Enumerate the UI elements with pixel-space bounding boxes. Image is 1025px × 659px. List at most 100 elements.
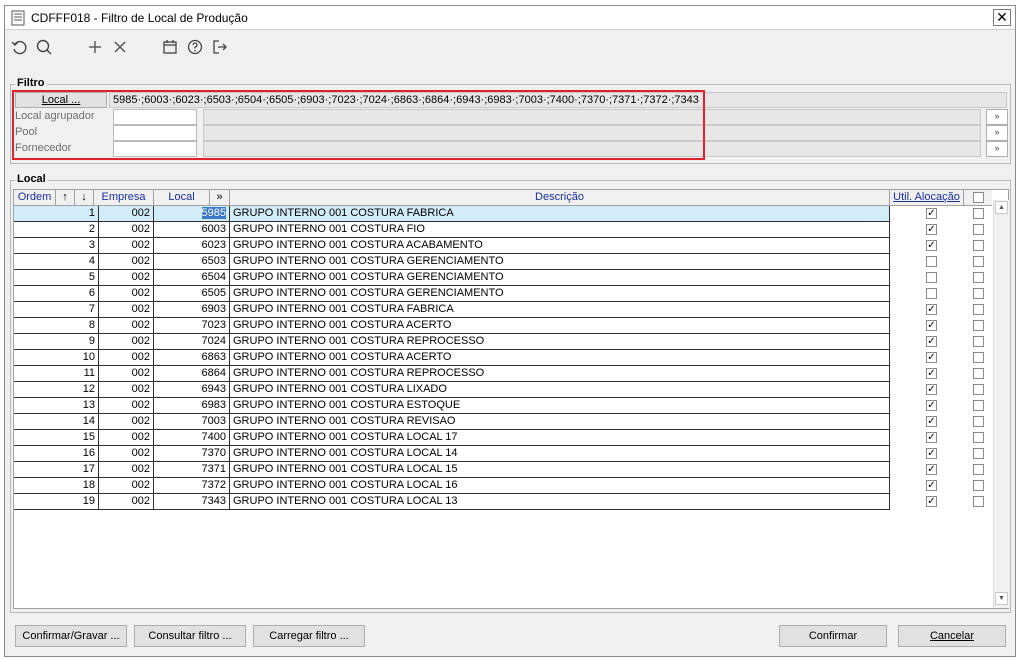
row-select-checkbox[interactable] [973,448,984,459]
scroll-up-arrow[interactable]: ▲ [995,201,1008,214]
col-local[interactable]: Local [154,190,210,205]
cell-descricao[interactable]: GRUPO INTERNO 001 COSTURA ACERTO [230,318,890,334]
help-icon[interactable] [184,36,206,58]
cell-empresa[interactable]: 002 [99,382,154,398]
row-select-checkbox[interactable] [973,240,984,251]
util-alocacao-checkbox[interactable]: ✓ [926,448,937,459]
table-row[interactable]: 19 002 7343 GRUPO INTERNO 001 COSTURA LOCAL… [14,494,992,510]
util-alocacao-checkbox[interactable]: ✓ [926,400,937,411]
cell-local[interactable]: 7023 [154,318,230,334]
cell-ordem[interactable]: 1 [14,206,99,222]
cell-ordem[interactable]: 8 [14,318,99,334]
calendar-icon[interactable] [159,36,181,58]
cell-descricao[interactable]: GRUPO INTERNO 001 COSTURA LOCAL 14 [230,446,890,462]
cell-descricao[interactable]: GRUPO INTERNO 001 COSTURA LOCAL 15 [230,462,890,478]
cell-empresa[interactable]: 002 [99,478,154,494]
row-select-checkbox[interactable] [973,272,984,283]
util-alocacao-checkbox[interactable]: ✓ [926,352,937,363]
table-row[interactable]: 2 002 6003 GRUPO INTERNO 001 COSTURA FIO ✓ [14,222,992,238]
row-select-checkbox[interactable] [973,400,984,411]
cell-ordem[interactable]: 15 [14,430,99,446]
table-row[interactable]: 11 002 6864 GRUPO INTERNO 001 COSTURA REPRO… [14,366,992,382]
row-select-checkbox[interactable] [973,288,984,299]
util-alocacao-checkbox[interactable]: ✓ [926,464,937,475]
util-alocacao-checkbox[interactable]: ✓ [926,304,937,315]
cell-empresa[interactable]: 002 [99,270,154,286]
table-row[interactable]: 8 002 7023 GRUPO INTERNO 001 COSTURA ACERTO… [14,318,992,334]
cell-local[interactable]: 6903 [154,302,230,318]
row-select-checkbox[interactable] [973,352,984,363]
cell-local[interactable]: 5985 [154,206,230,222]
cell-ordem[interactable]: 2 [14,222,99,238]
cell-empresa[interactable]: 002 [99,398,154,414]
row-select-checkbox[interactable] [973,496,984,507]
cell-empresa[interactable]: 002 [99,430,154,446]
cell-local[interactable]: 6943 [154,382,230,398]
cell-ordem[interactable]: 6 [14,286,99,302]
util-alocacao-checkbox[interactable] [926,256,937,267]
cell-descricao[interactable]: GRUPO INTERNO 001 COSTURA REPROCESSO [230,334,890,350]
cell-ordem[interactable]: 13 [14,398,99,414]
cell-local[interactable]: 7024 [154,334,230,350]
cell-empresa[interactable]: 002 [99,222,154,238]
add-icon[interactable] [84,36,106,58]
cell-local[interactable]: 6864 [154,366,230,382]
table-row[interactable]: 4 002 6503 GRUPO INTERNO 001 COSTURA GERENC… [14,254,992,270]
sort-down-button[interactable]: ↓ [75,190,94,205]
cell-empresa[interactable]: 002 [99,350,154,366]
cell-ordem[interactable]: 19 [14,494,99,510]
table-row[interactable]: 5 002 6504 GRUPO INTERNO 001 COSTURA GERENC… [14,270,992,286]
confirmar-gravar-button[interactable]: Confirmar/Gravar ... [15,625,127,647]
cancelar-button[interactable]: Cancelar [898,625,1006,647]
table-row[interactable]: 13 002 6983 GRUPO INTERNO 001 COSTURA ESTOQ… [14,398,992,414]
delete-icon[interactable] [109,36,131,58]
cell-descricao[interactable]: GRUPO INTERNO 001 COSTURA ACABAMENTO [230,238,890,254]
cell-local[interactable]: 6505 [154,286,230,302]
cell-descricao[interactable]: GRUPO INTERNO 001 COSTURA GERENCIAMENTO [230,254,890,270]
row-select-checkbox[interactable] [973,368,984,379]
cell-descricao[interactable]: GRUPO INTERNO 001 COSTURA LOCAL 13 [230,494,890,510]
cell-local[interactable]: 7370 [154,446,230,462]
cell-empresa[interactable]: 002 [99,494,154,510]
cell-descricao[interactable]: GRUPO INTERNO 001 COSTURA FABRICA [230,302,890,318]
vertical-scrollbar[interactable]: ▲ ▼ [993,200,1009,608]
cell-empresa[interactable]: 002 [99,462,154,478]
cell-empresa[interactable]: 002 [99,334,154,350]
cell-descricao[interactable]: GRUPO INTERNO 001 COSTURA ACERTO [230,350,890,366]
row-select-checkbox[interactable] [973,304,984,315]
table-row[interactable]: 3 002 6023 GRUPO INTERNO 001 COSTURA ACABAM… [14,238,992,254]
cell-local[interactable]: 7372 [154,478,230,494]
cell-ordem[interactable]: 4 [14,254,99,270]
util-alocacao-checkbox[interactable] [926,288,937,299]
cell-local[interactable]: 6503 [154,254,230,270]
cell-descricao[interactable]: GRUPO INTERNO 001 COSTURA GERENCIAMENTO [230,286,890,302]
util-alocacao-checkbox[interactable]: ✓ [926,496,937,507]
selected-local-value[interactable]: 5985 [201,207,226,219]
cell-ordem[interactable]: 14 [14,414,99,430]
sort-up-button[interactable]: ↑ [56,190,75,205]
cell-empresa[interactable]: 002 [99,286,154,302]
scroll-down-arrow[interactable]: ▼ [995,592,1008,605]
table-row[interactable]: 15 002 7400 GRUPO INTERNO 001 COSTURA LOCAL… [14,430,992,446]
table-row[interactable]: 10 002 6863 GRUPO INTERNO 001 COSTURA ACERT… [14,350,992,366]
cell-local[interactable]: 6003 [154,222,230,238]
row-select-checkbox[interactable] [973,464,984,475]
row-select-checkbox[interactable] [973,480,984,491]
util-alocacao-checkbox[interactable]: ✓ [926,432,937,443]
refresh-icon[interactable] [9,36,31,58]
util-alocacao-checkbox[interactable]: ✓ [926,320,937,331]
cell-ordem[interactable]: 17 [14,462,99,478]
col-util-alocacao[interactable]: Util. Alocação [890,190,964,205]
col-ordem[interactable]: Ordem [14,190,56,205]
table-row[interactable]: 6 002 6505 GRUPO INTERNO 001 COSTURA GERENC… [14,286,992,302]
row-select-checkbox[interactable] [973,432,984,443]
cell-descricao[interactable]: GRUPO INTERNO 001 COSTURA FIO [230,222,890,238]
util-alocacao-checkbox[interactable]: ✓ [926,336,937,347]
select-all-checkbox[interactable] [973,192,984,203]
cell-local[interactable]: 6983 [154,398,230,414]
cell-local[interactable]: 7371 [154,462,230,478]
cell-empresa[interactable]: 002 [99,302,154,318]
util-alocacao-checkbox[interactable]: ✓ [926,368,937,379]
row-select-checkbox[interactable] [973,256,984,267]
util-alocacao-checkbox[interactable]: ✓ [926,416,937,427]
